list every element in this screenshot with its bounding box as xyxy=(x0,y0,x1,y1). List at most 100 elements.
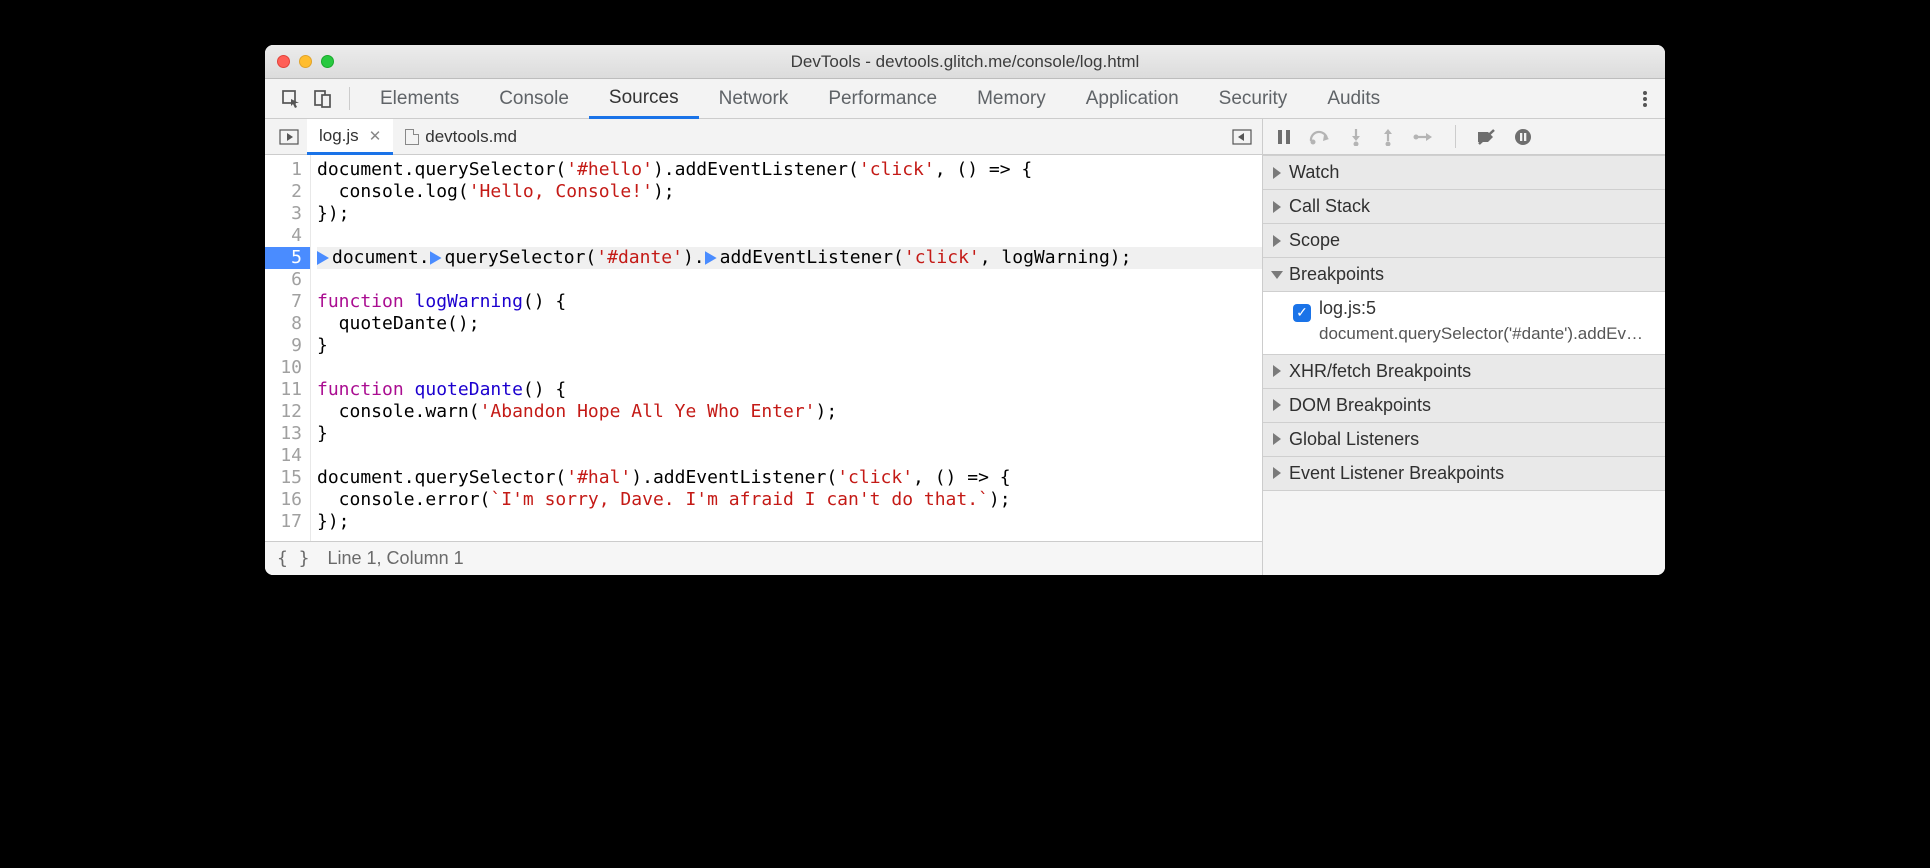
more-options-icon[interactable] xyxy=(1625,79,1665,118)
line-number[interactable]: 6 xyxy=(265,269,302,291)
deactivate-breakpoints-icon[interactable] xyxy=(1476,129,1496,145)
disclosure-triangle-icon xyxy=(1273,433,1281,445)
sidebar-section-label: Call Stack xyxy=(1289,196,1370,217)
breakpoint-checkbox[interactable]: ✓ xyxy=(1293,304,1311,322)
panel-tab-console[interactable]: Console xyxy=(479,79,589,118)
sidebar-section-global-listeners[interactable]: Global Listeners xyxy=(1263,422,1665,457)
devtools-window: DevTools - devtools.glitch.me/console/lo… xyxy=(265,45,1665,575)
line-number[interactable]: 17 xyxy=(265,511,302,533)
panel-tab-elements[interactable]: Elements xyxy=(360,79,479,118)
line-number[interactable]: 13 xyxy=(265,423,302,445)
step-over-icon[interactable] xyxy=(1309,129,1331,145)
panel-tab-network[interactable]: Network xyxy=(699,79,809,118)
code-line[interactable]: console.log('Hello, Console!'); xyxy=(317,181,1262,203)
disclosure-triangle-icon xyxy=(1273,365,1281,377)
window-title: DevTools - devtools.glitch.me/console/lo… xyxy=(265,52,1665,72)
sidebar-section-watch[interactable]: Watch xyxy=(1263,155,1665,190)
file-tab-label: log.js xyxy=(319,126,359,146)
file-tab-label: devtools.md xyxy=(425,127,517,147)
step-out-icon[interactable] xyxy=(1381,128,1395,146)
panel-tab-memory[interactable]: Memory xyxy=(957,79,1066,118)
code-line[interactable] xyxy=(317,357,1262,379)
code-line[interactable]: console.error(`I'm sorry, Dave. I'm afra… xyxy=(317,489,1262,511)
code-line[interactable]: } xyxy=(317,423,1262,445)
panel-tab-audits[interactable]: Audits xyxy=(1307,79,1400,118)
pause-on-exceptions-icon[interactable] xyxy=(1514,128,1532,146)
panel-tab-security[interactable]: Security xyxy=(1199,79,1308,118)
file-tab-log-js[interactable]: log.js ✕ xyxy=(307,119,393,155)
close-tab-icon[interactable]: ✕ xyxy=(369,127,382,145)
line-number-gutter[interactable]: 1234567891011121314151617 xyxy=(265,155,311,541)
show-debugger-icon[interactable] xyxy=(1222,119,1262,154)
show-navigator-icon[interactable] xyxy=(271,119,307,154)
code-line[interactable] xyxy=(317,225,1262,247)
line-number[interactable]: 3 xyxy=(265,203,302,225)
disclosure-triangle-icon xyxy=(1271,271,1283,279)
code-line[interactable]: quoteDante(); xyxy=(317,313,1262,335)
code-line[interactable]: document.querySelector('#dante').addEven… xyxy=(317,247,1262,269)
panel-tab-sources[interactable]: Sources xyxy=(589,79,699,119)
breakpoint-item[interactable]: ✓ log.js:5 xyxy=(1293,298,1655,322)
sidebar-section-dom-breakpoints[interactable]: DOM Breakpoints xyxy=(1263,388,1665,423)
code-line[interactable] xyxy=(317,269,1262,291)
file-tab-devtools-md[interactable]: devtools.md xyxy=(393,119,529,154)
minimize-window-button[interactable] xyxy=(299,55,312,68)
breakpoints-list: ✓ log.js:5 document.querySelector('#dante'… xyxy=(1263,292,1665,354)
line-number[interactable]: 12 xyxy=(265,401,302,423)
panel-tab-performance[interactable]: Performance xyxy=(808,79,957,118)
code-line[interactable]: } xyxy=(317,335,1262,357)
sidebar-section-label: XHR/fetch Breakpoints xyxy=(1289,361,1471,382)
disclosure-triangle-icon xyxy=(1273,167,1281,179)
panel-tab-application[interactable]: Application xyxy=(1066,79,1199,118)
sidebar-section-event-listener-breakpoints[interactable]: Event Listener Breakpoints xyxy=(1263,456,1665,491)
line-number[interactable]: 9 xyxy=(265,335,302,357)
panel-tabs: ElementsConsoleSourcesNetworkPerformance… xyxy=(265,79,1665,119)
breakpoint-location: log.js:5 xyxy=(1319,298,1376,318)
debugger-toolbar xyxy=(1262,119,1665,154)
code-line[interactable]: document.querySelector('#hello').addEven… xyxy=(317,159,1262,181)
step-into-icon[interactable] xyxy=(1349,128,1363,146)
code-line[interactable]: }); xyxy=(317,511,1262,533)
code-line[interactable] xyxy=(317,445,1262,467)
sidebar-section-label: Watch xyxy=(1289,162,1339,183)
device-toolbar-icon[interactable] xyxy=(307,79,339,118)
inspect-element-icon[interactable] xyxy=(275,79,307,118)
sidebar-section-scope[interactable]: Scope xyxy=(1263,223,1665,258)
sidebar-section-label: Breakpoints xyxy=(1289,264,1384,285)
line-number[interactable]: 8 xyxy=(265,313,302,335)
line-number[interactable]: 11 xyxy=(265,379,302,401)
code-line[interactable]: }); xyxy=(317,203,1262,225)
sidebar-section-breakpoints[interactable]: Breakpoints xyxy=(1263,257,1665,292)
pretty-print-icon[interactable]: { } xyxy=(277,548,310,569)
line-number[interactable]: 2 xyxy=(265,181,302,203)
file-icon xyxy=(405,129,419,145)
zoom-window-button[interactable] xyxy=(321,55,334,68)
close-window-button[interactable] xyxy=(277,55,290,68)
content-row: 1234567891011121314151617 document.query… xyxy=(265,155,1665,575)
code-line[interactable]: document.querySelector('#hal').addEventL… xyxy=(317,467,1262,489)
sidebar-section-xhr-fetch-breakpoints[interactable]: XHR/fetch Breakpoints xyxy=(1263,354,1665,389)
code-body[interactable]: document.querySelector('#hello').addEven… xyxy=(311,155,1262,541)
disclosure-triangle-icon xyxy=(1273,399,1281,411)
editor-status-bar: { } Line 1, Column 1 xyxy=(265,541,1262,575)
line-number[interactable]: 14 xyxy=(265,445,302,467)
debugger-sidebar: Watch Call Stack Scope Breakpoints ✓ log.js:5… xyxy=(1262,155,1665,575)
code-line[interactable]: function quoteDante() { xyxy=(317,379,1262,401)
line-number[interactable]: 15 xyxy=(265,467,302,489)
step-icon[interactable] xyxy=(1413,130,1435,144)
sidebar-section-label: Global Listeners xyxy=(1289,429,1419,450)
sidebar-section-call-stack[interactable]: Call Stack xyxy=(1263,189,1665,224)
line-number[interactable]: 4 xyxy=(265,225,302,247)
pause-icon[interactable] xyxy=(1277,129,1291,145)
sidebar-section-label: Scope xyxy=(1289,230,1340,251)
code-line[interactable]: console.warn('Abandon Hope All Ye Who En… xyxy=(317,401,1262,423)
line-number[interactable]: 7 xyxy=(265,291,302,313)
disclosure-triangle-icon xyxy=(1273,201,1281,213)
line-number[interactable]: 10 xyxy=(265,357,302,379)
line-number[interactable]: 1 xyxy=(265,159,302,181)
code-editor[interactable]: 1234567891011121314151617 document.query… xyxy=(265,155,1262,575)
line-number[interactable]: 5 xyxy=(265,247,310,269)
code-line[interactable]: function logWarning() { xyxy=(317,291,1262,313)
line-number[interactable]: 16 xyxy=(265,489,302,511)
breakpoint-snippet: document.querySelector('#dante').addEv… xyxy=(1319,324,1655,344)
